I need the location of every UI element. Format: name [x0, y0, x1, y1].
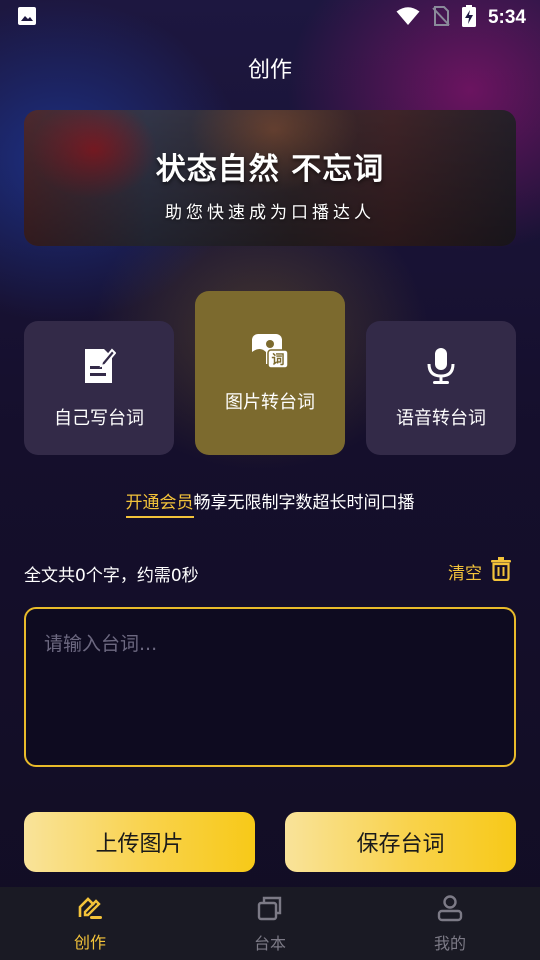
image-to-text-icon: 词	[250, 332, 290, 374]
bottom-nav: 创作 台本 我的	[0, 887, 540, 960]
nav-item-profile[interactable]: 我的	[360, 887, 540, 960]
mode-label: 语音转台词	[396, 408, 486, 429]
mode-label: 自己写台词	[54, 408, 144, 429]
wifi-icon	[396, 6, 420, 30]
mode-label: 图片转台词	[225, 392, 315, 413]
mode-write-script[interactable]: 自己写台词	[24, 321, 174, 455]
vip-benefit-text: 畅享无限制字数超长时间口播	[193, 493, 415, 513]
scripts-icon	[256, 894, 284, 926]
clear-label: 清空	[448, 564, 482, 584]
status-time: 5:34	[487, 7, 526, 28]
svg-text:词: 词	[271, 353, 284, 368]
profile-icon	[436, 894, 464, 926]
nav-label: 台本	[253, 933, 286, 953]
battery-charging-icon	[461, 5, 476, 31]
save-script-button[interactable]: 保存台词	[285, 812, 516, 872]
status-bar: 5:34	[0, 0, 540, 36]
open-vip-link[interactable]: 开通会员	[125, 493, 194, 518]
promo-banner[interactable]: 状态自然 不忘词 助您快速成为口播达人	[24, 110, 516, 246]
create-icon	[76, 895, 104, 925]
nav-label: 我的	[433, 933, 466, 953]
write-document-icon	[82, 346, 117, 390]
mode-voice-to-script[interactable]: 语音转台词	[366, 321, 516, 455]
banner-headline: 状态自然 不忘词	[155, 152, 385, 187]
nav-label: 创作	[73, 932, 106, 952]
page-title: 创作	[247, 58, 292, 83]
image-icon	[16, 5, 38, 31]
clear-button[interactable]: 清空	[448, 557, 512, 586]
banner-subtitle: 助您快速成为口播达人	[165, 203, 375, 223]
nav-item-scripts[interactable]: 台本	[180, 887, 360, 960]
mode-image-to-script[interactable]: 词 图片转台词	[195, 291, 345, 455]
trash-icon	[490, 557, 512, 586]
no-sim-icon	[432, 5, 450, 31]
upload-image-button[interactable]: 上传图片	[24, 812, 255, 872]
script-input[interactable]	[24, 607, 516, 767]
nav-item-create[interactable]: 创作	[0, 887, 180, 960]
word-count-summary: 全文共0个字，约需0秒	[24, 566, 199, 586]
vip-promo-line: 开通会员畅享无限制字数超长时间口播	[0, 488, 540, 518]
microphone-icon	[425, 346, 457, 390]
